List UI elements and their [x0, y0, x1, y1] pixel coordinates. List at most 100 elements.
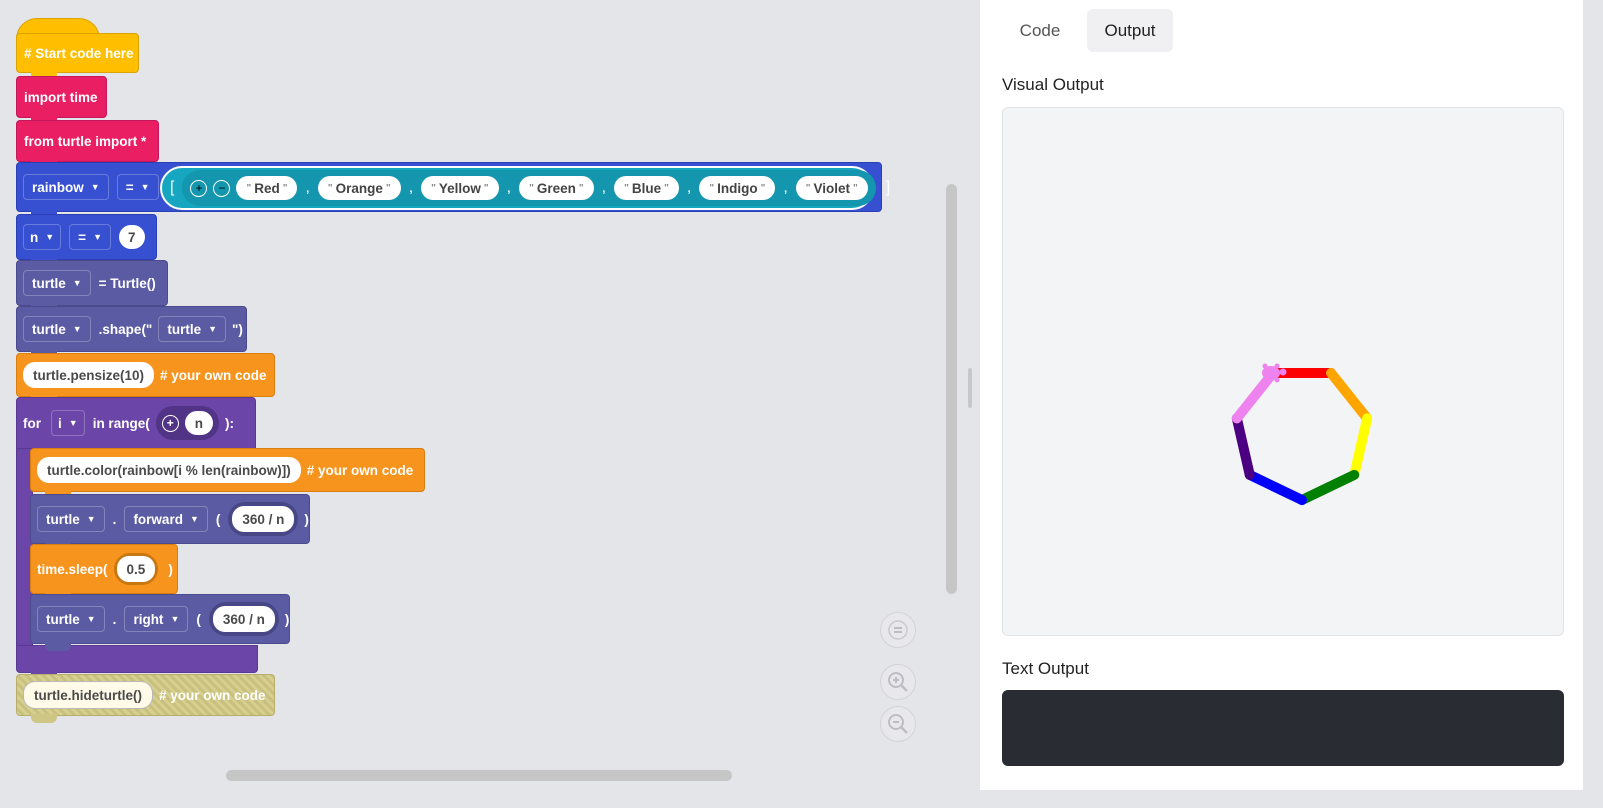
turtle-var-dropdown[interactable]: turtle ▼	[23, 316, 91, 342]
loop-var-dropdown[interactable]: i ▼	[51, 410, 85, 436]
paren-open-text: (	[215, 511, 221, 527]
color-item[interactable]: " Green "	[519, 176, 594, 200]
rainbow-var-dropdown[interactable]: rainbow ▼	[23, 174, 109, 200]
turtle-right-block[interactable]: turtle ▼ . right ▼ ( 360 / n )	[30, 594, 290, 651]
for-loop-block[interactable]: for i ▼ in range( + n ):	[16, 397, 256, 449]
color-item[interactable]: " Red "	[236, 176, 298, 200]
color-code-field[interactable]: turtle.color(rainbow[i % len(rainbow)])	[37, 457, 301, 483]
import-time-text: import time	[24, 89, 98, 105]
dot-text: .	[112, 611, 117, 627]
tab-output[interactable]: Output	[1087, 9, 1173, 52]
sleep-call-text: time.sleep(	[37, 561, 108, 577]
shape-value-dropdown[interactable]: turtle ▼	[158, 316, 227, 342]
assign-op-dropdown[interactable]: = ▼	[116, 174, 159, 200]
own-code-comment: # your own code	[160, 367, 267, 383]
method-label: forward	[133, 511, 183, 527]
n-var-dropdown[interactable]: n ▼	[23, 224, 62, 250]
text-output-content	[1002, 690, 1564, 706]
zoom-out-icon	[888, 714, 908, 734]
color-item[interactable]: " Indigo "	[699, 176, 776, 200]
text-output-console	[1002, 690, 1564, 766]
for-keyword: for	[23, 415, 41, 431]
chevron-down-icon: ▼	[72, 324, 82, 334]
zoom-in-icon	[888, 672, 908, 692]
pensize-block[interactable]: turtle.pensize(10) # your own code	[16, 353, 275, 404]
method-dropdown[interactable]: right ▼	[124, 606, 189, 632]
turtle-forward-block[interactable]: turtle ▼ . forward ▼ ( 360 / n )	[30, 494, 310, 551]
paren-close-text: )	[168, 561, 173, 577]
step-expr-field[interactable]: 360 / n	[232, 506, 295, 532]
range-close-text: ):	[224, 415, 234, 431]
arg-slot: 0.5	[113, 553, 159, 585]
hideturtle-code-field[interactable]: turtle.hideturtle()	[23, 681, 153, 709]
vertical-scrollbar[interactable]	[946, 184, 957, 594]
arg-slot: 360 / n	[228, 502, 299, 536]
rainbow-var-label: rainbow	[32, 179, 84, 195]
block-notch	[45, 642, 71, 651]
assign-op-dropdown[interactable]: = ▼	[69, 224, 111, 250]
color-item[interactable]: " Orange "	[317, 176, 401, 200]
heptagon-segment	[1297, 469, 1360, 506]
list-items-container: + − " Red " , " Orange " , " Yellow " , " Green…	[182, 170, 876, 206]
turtle-var-label: turtle	[32, 321, 66, 337]
color-item[interactable]: " Yellow "	[421, 176, 499, 200]
color-item-text: Yellow	[438, 180, 481, 196]
chevron-down-icon: ▼	[68, 418, 78, 428]
turtle-var-label: turtle	[46, 511, 80, 527]
step-expr-field[interactable]: 360 / n	[212, 606, 275, 632]
shape-value-label: turtle	[167, 321, 202, 337]
method-dropdown[interactable]: forward ▼	[124, 506, 208, 532]
chevron-down-icon: ▼	[189, 514, 199, 524]
color-item-text: Violet	[813, 180, 851, 196]
color-item-text: Red	[254, 180, 280, 196]
n-value-field[interactable]: 7	[118, 225, 145, 249]
tab-code[interactable]: Code	[1000, 9, 1080, 52]
zoom-reset-button[interactable]	[880, 612, 916, 648]
time-sleep-block[interactable]: time.sleep( 0.5 )	[30, 544, 178, 601]
color-list-block[interactable]: [ + − " Red " , " Orange " , " Yellow " , " Gre…	[160, 166, 890, 210]
n-assign-block[interactable]: n ▼ = ▼ 7	[16, 214, 157, 267]
heptagon-segment	[1231, 413, 1255, 480]
blockly-workspace[interactable]: # Start code here import time from turtl…	[0, 0, 980, 808]
color-item-text: Indigo	[717, 180, 758, 196]
range-arg-field[interactable]: n	[184, 411, 213, 435]
color-item[interactable]: " Blue "	[614, 176, 679, 200]
from-turtle-import-block[interactable]: from turtle import *	[16, 120, 159, 169]
zoom-in-button[interactable]	[880, 664, 916, 700]
zoom-out-button[interactable]	[880, 706, 916, 742]
turtle-var-dropdown[interactable]: turtle ▼	[37, 506, 105, 532]
bottom-edge	[980, 790, 1603, 808]
paren-open-text: (	[196, 611, 201, 627]
heptagon-segment	[1231, 368, 1278, 424]
chevron-down-icon: ▼	[72, 278, 82, 288]
start-comment-block[interactable]: # Start code here	[16, 33, 139, 80]
start-comment-text: # Start code here	[24, 45, 134, 61]
turtle-cursor-icon	[1262, 363, 1287, 383]
minus-circle-icon[interactable]: −	[213, 179, 231, 197]
import-time-block[interactable]: import time	[16, 76, 107, 125]
own-code-comment: # your own code	[306, 462, 414, 478]
heptagon-segment	[1326, 368, 1373, 424]
range-arg-slot: + n	[155, 406, 219, 440]
turtle-shape-block[interactable]: turtle ▼ .shape(" turtle ▼ ")	[16, 306, 247, 359]
panel-resize-handle[interactable]	[968, 368, 972, 408]
color-item[interactable]: " Violet "	[795, 176, 868, 200]
plus-circle-icon[interactable]: +	[190, 179, 208, 197]
hideturtle-block[interactable]: turtle.hideturtle() # your own code	[16, 674, 275, 723]
turtle-var-dropdown[interactable]: turtle ▼	[37, 606, 105, 632]
turtle-color-block[interactable]: turtle.color(rainbow[i % len(rainbow)]) …	[30, 448, 425, 499]
turtle-var-dropdown[interactable]: turtle ▼	[23, 270, 91, 296]
chevron-down-icon: ▼	[170, 614, 180, 624]
turtle-var-label: turtle	[46, 611, 80, 627]
sleep-value-field[interactable]: 0.5	[116, 556, 156, 582]
text-output-label: Text Output	[1002, 659, 1089, 678]
right-edge	[1583, 0, 1603, 808]
list-close-bracket: ]	[885, 179, 891, 196]
turtle-ctor-text: = Turtle()	[98, 275, 156, 291]
turtle-ctor-block[interactable]: turtle ▼ = Turtle()	[16, 260, 168, 313]
pensize-code-field[interactable]: turtle.pensize(10)	[23, 362, 155, 388]
color-item-text: Green	[536, 180, 576, 196]
heptagon-segment	[1349, 413, 1373, 480]
plus-circle-icon[interactable]: +	[161, 414, 179, 432]
horizontal-scrollbar[interactable]	[226, 770, 732, 781]
